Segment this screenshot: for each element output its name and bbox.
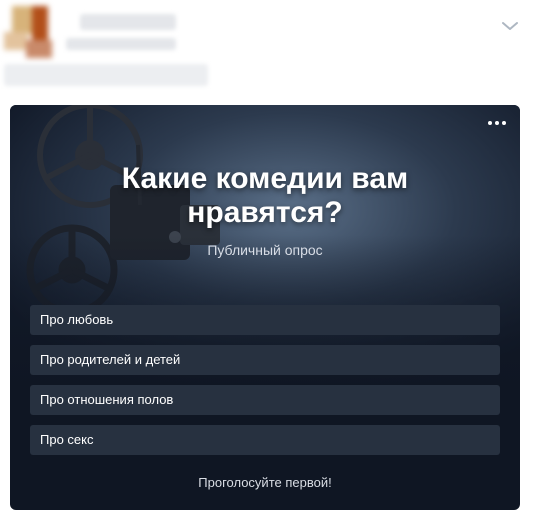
poll-option[interactable]: Про отношения полов	[30, 385, 500, 415]
avatar[interactable]	[2, 0, 62, 62]
poll-option[interactable]: Про родителей и детей	[30, 345, 500, 375]
poll-title: Какие комедии вам нравятся?	[121, 162, 409, 229]
chevron-down-icon[interactable]	[500, 18, 520, 34]
poll-option[interactable]: Про любовь	[30, 305, 500, 335]
post-text-blurred	[4, 64, 208, 86]
more-dots-icon[interactable]	[488, 121, 506, 125]
poll-subtitle: Публичный опрос	[207, 242, 323, 258]
poll-option[interactable]: Про секс	[30, 425, 500, 455]
author-name-blurred[interactable]	[80, 14, 176, 30]
poll-options: Про любовь Про родителей и детей Про отн…	[30, 305, 500, 465]
post-date-blurred	[66, 38, 176, 50]
poll-card: Какие комедии вам нравятся? Публичный оп…	[10, 105, 520, 510]
vote-prompt: Проголосуйте первой!	[198, 475, 332, 490]
